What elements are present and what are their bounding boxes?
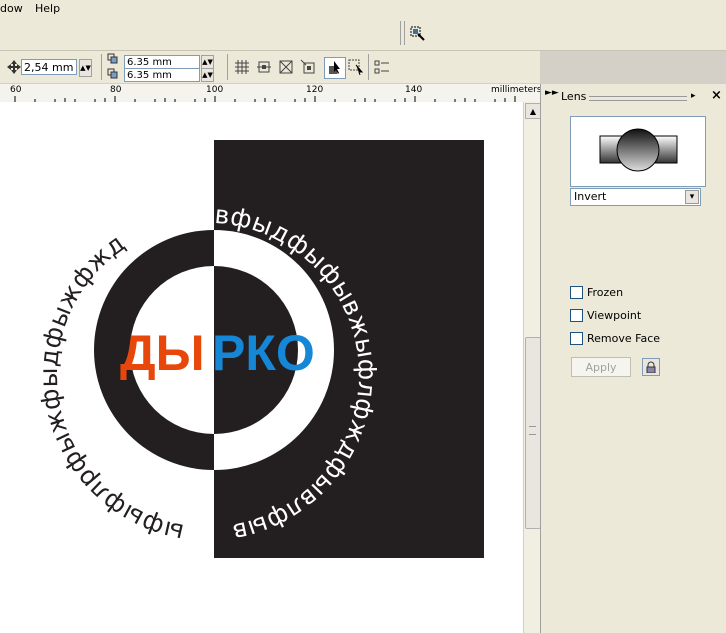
lens-preview-icon [599, 128, 678, 172]
duplicate-y-icon [106, 67, 122, 81]
scrollbar-thumb[interactable] [525, 337, 541, 529]
lens-title: Lens [561, 90, 587, 103]
propbar-separator [227, 54, 228, 80]
menu-help[interactable]: Help [35, 2, 60, 15]
viewpoint-checkbox[interactable] [570, 309, 583, 322]
thumb-grip-icon [529, 426, 536, 435]
frozen-label: Frozen [587, 286, 624, 299]
snap-to-grid-icon[interactable] [232, 57, 252, 77]
duplicate-y-spinner[interactable]: ▲▼ [201, 68, 214, 82]
duplicate-x-spinner[interactable]: ▲▼ [201, 55, 214, 69]
toolbar-separator [404, 21, 405, 45]
ruler-label: 80 [110, 85, 122, 95]
lens-type-select[interactable]: Invert [570, 188, 701, 206]
remove-face-checkbox[interactable] [570, 332, 583, 345]
snap-to-guidelines-icon[interactable] [254, 57, 274, 77]
property-bar: 2,54 mm ▲▼ 6.35 mm ▲▼ 6.35 mm ▲▼ [0, 51, 540, 83]
treat-as-filled-icon[interactable] [324, 57, 346, 79]
horizontal-ruler[interactable]: 60 80 100 120 140 millimeters [0, 84, 542, 103]
duplicate-x-input[interactable]: 6.35 mm [124, 55, 200, 69]
lens-preview [570, 116, 706, 187]
docker-grip[interactable] [589, 96, 687, 101]
duplicate-x-icon [106, 52, 122, 66]
zoom-tool-icon[interactable] [408, 24, 428, 44]
chevron-down-icon[interactable]: ▾ [685, 190, 699, 204]
viewpoint-option[interactable]: Viewpoint [570, 309, 641, 322]
ruler-label: 60 [10, 85, 22, 95]
pick-tool-icon[interactable] [346, 57, 366, 77]
remove-face-label: Remove Face [587, 332, 661, 345]
docker-expand-icon[interactable]: ►► [545, 88, 559, 98]
nudge-distance-input[interactable]: 2,54 mm [21, 59, 77, 75]
menu-window[interactable]: dow [0, 2, 23, 15]
center-text-red: ДЫ [120, 325, 205, 381]
lens-docker: ►► Lens ▸ × Invert ▾ Frozen Viewpoint Re… [540, 84, 726, 633]
toolbar-separator [400, 21, 401, 45]
standard-toolbar [0, 17, 726, 51]
frozen-checkbox[interactable] [570, 286, 583, 299]
viewpoint-label: Viewpoint [587, 309, 642, 322]
snap-to-objects-icon[interactable] [276, 57, 296, 77]
remove-face-option[interactable]: Remove Face [570, 332, 660, 345]
drawing-canvas[interactable]: ыфыфлрфыжфыдфыжфжд вфыдфыфывжыфлфждфывлф… [0, 102, 523, 633]
scroll-up-button[interactable]: ▲ [525, 103, 541, 119]
propbar-separator [101, 54, 102, 80]
close-icon[interactable]: × [711, 88, 722, 103]
apply-button[interactable]: Apply [571, 357, 631, 377]
center-text-blue: РКО [212, 325, 315, 381]
ruler-label: 120 [306, 85, 324, 95]
nudge-spinner[interactable]: ▲▼ [79, 59, 92, 77]
artwork: ыфыфлрфыжфыдфыжфжд вфыдфыфывжыфлфждфывлф… [34, 102, 484, 558]
vertical-scrollbar[interactable]: ▲ [523, 102, 541, 633]
object-properties-icon[interactable] [372, 57, 392, 77]
frozen-option[interactable]: Frozen [570, 286, 623, 299]
propbar-separator [368, 54, 369, 80]
menu-bar: dow Help [0, 0, 726, 17]
docker-arrow-icon[interactable]: ▸ [691, 91, 696, 101]
ruler-label: 100 [206, 85, 224, 95]
dynamic-guides-icon[interactable] [298, 57, 318, 77]
ruler-label: 140 [405, 85, 423, 95]
duplicate-y-input[interactable]: 6.35 mm [124, 68, 200, 82]
ruler-ticks [14, 96, 516, 102]
lock-icon[interactable] [642, 358, 660, 376]
ruler-units: millimeters [491, 85, 542, 95]
